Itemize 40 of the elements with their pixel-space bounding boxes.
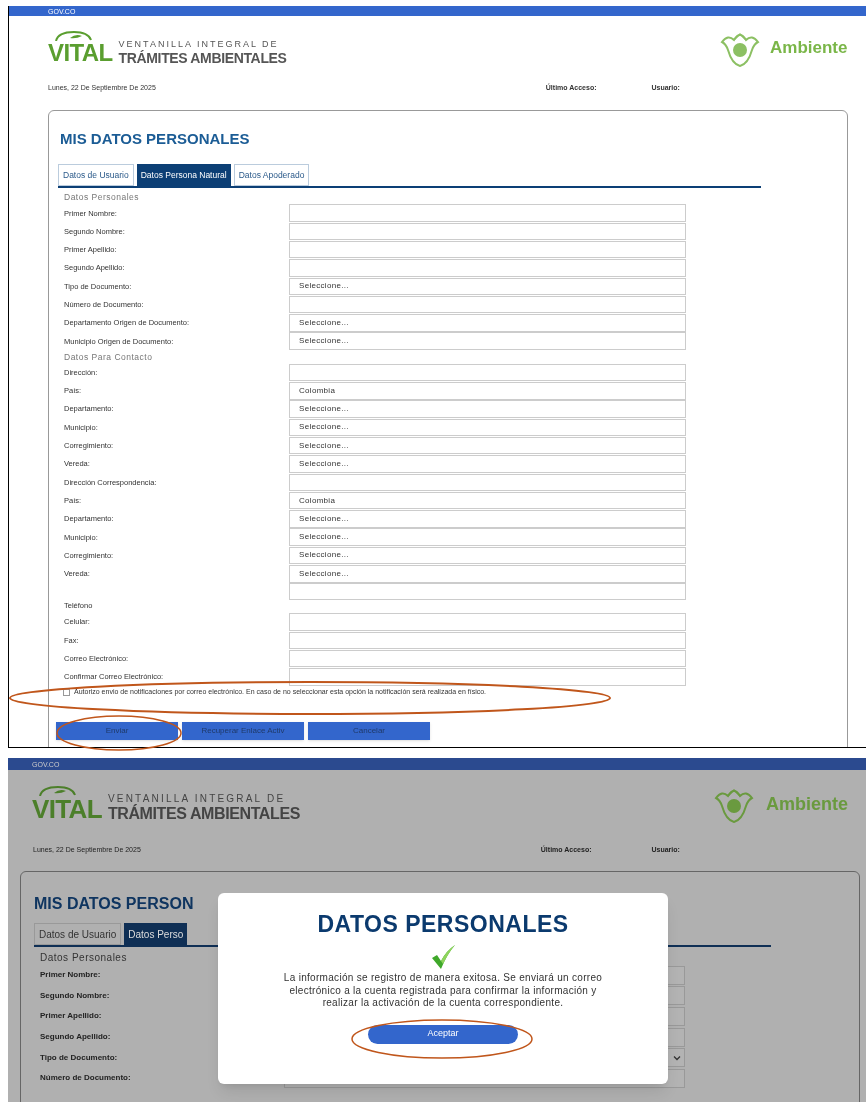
select-field[interactable]: Seleccione... [289,277,686,296]
modal-title: DATOS PERSONALES [317,913,569,936]
field-label: Primer Nombre: [40,969,102,982]
select-field[interactable]: Seleccione... [289,418,686,437]
field-label: Segundo Apellido: [40,1031,112,1044]
logo-text: VITAL [32,796,102,822]
section-heading: Datos Personales [40,950,127,965]
field-label: Primer Apellido: [40,1010,103,1023]
select-field[interactable]: Seleccione... [289,528,686,546]
tab[interactable]: Datos Persona Natural [136,164,231,186]
accept-button[interactable]: Aceptar [368,1024,518,1044]
tab[interactable]: Datos Perso [124,923,188,945]
select-field[interactable]: Seleccione... [289,314,686,332]
logo-text: VITAL [48,41,113,65]
tab[interactable]: Datos Apoderado [233,164,310,186]
select-field[interactable]: Colombia [289,382,686,400]
ministry-name: Ambiente [770,37,849,60]
logo-tagline: TRÁMITES AMBIENTALES [118,51,287,65]
tab[interactable]: Datos de Usuario [58,164,134,186]
page-title: MIS DATOS PERSON [34,896,195,914]
select-field[interactable]: Seleccione... [289,400,686,418]
logo-tagline: VENTANILLA INTEGRAL DE [107,794,287,804]
section-heading: Datos Para Contacto [64,350,153,364]
logo-tagline: VENTANILLA INTEGRAL DE [118,40,280,49]
field-label: Segundo Nombre: [40,989,111,1002]
modal-message: La información se registro de manera exitosa. Se enviará un correo electrónico a la cuenta registrada para confirmar la información y realizar la activación de la cuenta correspondiente. [282,972,604,1010]
select-field[interactable]: Seleccione... [289,332,686,350]
ministry-name: Ambiente [766,792,849,816]
tab[interactable]: Datos de Usuario [34,923,122,945]
page-title: MIS DATOS PERSONALES [60,131,251,149]
select-field[interactable]: Seleccione... [289,510,686,528]
field-label: Número de Documento: [40,1072,132,1085]
section-heading: Datos Personales [64,190,140,204]
select-field[interactable]: Seleccione... [289,436,686,455]
select-field[interactable]: Colombia [289,491,686,510]
select-field[interactable]: Seleccione... [289,565,686,583]
logo-tagline: TRÁMITES AMBIENTALES [107,806,300,822]
select-field[interactable]: Seleccione... [289,546,686,565]
select-field[interactable]: Seleccione... [289,455,686,473]
field-label: Tipo de Documento: [40,1051,119,1064]
